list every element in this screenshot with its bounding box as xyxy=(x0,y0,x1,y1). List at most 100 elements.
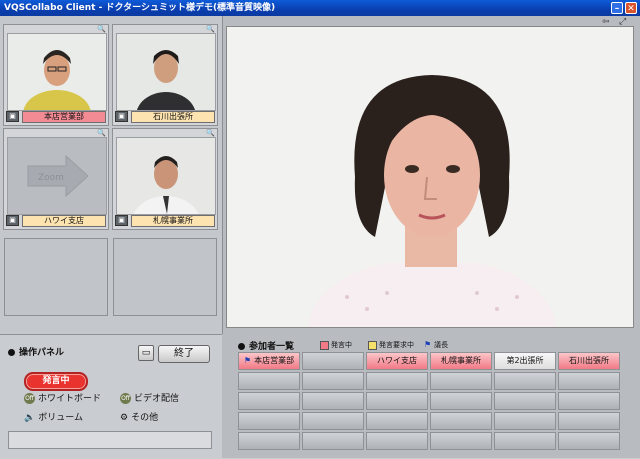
video-frame xyxy=(116,33,216,111)
minimize-icon[interactable]: – xyxy=(611,2,623,14)
participant-cell[interactable] xyxy=(238,432,300,450)
empty-video-slot xyxy=(4,238,108,316)
expand-icon[interactable]: ⤢ xyxy=(619,17,626,27)
participant-cell[interactable] xyxy=(302,372,364,390)
whiteboard-toggle[interactable]: Off ホワイトボード xyxy=(24,393,101,405)
participant-cell[interactable] xyxy=(238,412,300,430)
status-bar xyxy=(8,431,212,449)
camera-icon[interactable]: ▣ xyxy=(6,215,19,226)
participant-cell[interactable] xyxy=(494,392,556,410)
participant-name: ハワイ支店 xyxy=(377,356,417,365)
legend-label: 発言中 xyxy=(331,341,352,349)
participants-panel: 参加者一覧 発言中 発言要求中 ⚑ 議長 ⚑ 本店営業部 ハワイ支店 札幌事業所 第… xyxy=(228,334,632,458)
legend-label: 発言要求中 xyxy=(379,341,414,349)
volume-label: ボリューム xyxy=(38,413,83,423)
participant-cell[interactable]: ⚑ 本店営業部 xyxy=(238,352,300,370)
participant-cell[interactable] xyxy=(238,392,300,410)
participant-name: 札幌事業所 xyxy=(441,356,481,365)
slot-label: 本店営業部 xyxy=(22,111,106,123)
main-video-view xyxy=(226,26,634,328)
participant-cell[interactable] xyxy=(302,352,364,370)
gear-icon: ⚙ xyxy=(120,413,129,423)
participant-cell[interactable] xyxy=(494,412,556,430)
participant-cell[interactable] xyxy=(366,412,428,430)
legend-swatch xyxy=(320,340,329,350)
participant-cell[interactable] xyxy=(302,412,364,430)
participant-cell[interactable] xyxy=(430,392,492,410)
other-label: その他 xyxy=(131,413,159,423)
slot-label: 札幌事業所 xyxy=(131,215,215,227)
camera-icon[interactable]: ▣ xyxy=(6,111,19,122)
zoom-placeholder-text: Zoom xyxy=(38,173,64,183)
zoom-icon[interactable]: 🔍 xyxy=(97,25,106,33)
participant-cell[interactable] xyxy=(430,432,492,450)
participant-cell[interactable] xyxy=(366,372,428,390)
participant-cell[interactable] xyxy=(430,412,492,430)
video-slot-2[interactable]: 🔍 ▣ 石川出張所 xyxy=(112,24,218,126)
participant-name: 本店営業部 xyxy=(254,356,295,365)
participant-cell[interactable]: 札幌事業所 xyxy=(430,352,492,370)
participant-name: 第2出張所 xyxy=(506,356,544,365)
zoom-icon[interactable]: 🔍 xyxy=(206,25,215,33)
bullet-icon xyxy=(238,343,245,350)
window-mode-button[interactable]: ▭ xyxy=(138,345,154,361)
video-frame xyxy=(116,137,216,215)
participant-cell[interactable] xyxy=(430,372,492,390)
other-settings[interactable]: ⚙ その他 xyxy=(120,412,158,424)
off-badge-icon: Off xyxy=(24,393,35,404)
legend-swatch xyxy=(368,340,377,350)
legend-chair: ⚑ 議長 xyxy=(424,340,448,350)
main-video-image xyxy=(227,27,633,327)
window-titlebar: VQSCollabo Client - ドクターシュミット様デモ(標準音質映像)… xyxy=(0,0,640,16)
participant-cell[interactable] xyxy=(558,392,620,410)
speaker-icon: 🔈 xyxy=(24,413,36,423)
participant-cell[interactable] xyxy=(494,432,556,450)
participant-cell[interactable]: ハワイ支店 xyxy=(366,352,428,370)
video-frame-empty: Zoom xyxy=(7,137,107,215)
video-slot-4[interactable]: 🔍 ▣ 札幌事業所 xyxy=(112,128,218,230)
video-frame xyxy=(7,33,107,111)
participants-heading: 参加者一覧 xyxy=(238,339,294,352)
participant-cell[interactable] xyxy=(558,372,620,390)
participant-cell[interactable] xyxy=(558,412,620,430)
speaking-button[interactable]: 発言中 xyxy=(24,372,88,391)
zoom-arrow-icon: Zoom xyxy=(27,154,89,198)
close-icon[interactable]: ✕ xyxy=(625,2,637,14)
end-button[interactable]: 終了 xyxy=(158,345,210,363)
legend-request: 発言要求中 xyxy=(368,340,414,350)
legend-label: 議長 xyxy=(434,341,449,349)
empty-video-slot xyxy=(113,238,217,316)
video-slot-3[interactable]: 🔍 Zoom ▣ ハワイ支店 xyxy=(3,128,109,230)
participant-cell[interactable] xyxy=(558,432,620,450)
operation-panel: 操作パネル ▭ 終了 発言中 Off ホワイトボード Off ビデオ配信 🔈 ボリュー… xyxy=(0,334,222,459)
participant-cell[interactable] xyxy=(302,432,364,450)
window-title: VQSCollabo Client - ドクターシュミット様デモ(標準音質映像) xyxy=(4,3,276,13)
participant-cell[interactable] xyxy=(366,392,428,410)
zoom-icon[interactable]: 🔍 xyxy=(206,129,215,137)
camera-icon[interactable]: ▣ xyxy=(115,215,128,226)
volume-control[interactable]: 🔈 ボリューム xyxy=(24,412,83,424)
zoom-icon[interactable]: 🔍 xyxy=(97,129,106,137)
participant-cell[interactable] xyxy=(494,372,556,390)
participant-cell[interactable] xyxy=(302,392,364,410)
video-slot-1[interactable]: 🔍 ▣ 本店営業部 xyxy=(3,24,109,126)
back-arrow-icon[interactable]: ⇦ xyxy=(602,17,610,27)
participant-name: 石川出張所 xyxy=(569,356,609,365)
flag-icon: ⚑ xyxy=(424,340,432,349)
off-badge-icon: Off xyxy=(120,393,131,404)
camera-icon[interactable]: ▣ xyxy=(115,111,128,122)
whiteboard-label: ホワイトボード xyxy=(38,394,102,404)
participant-cell[interactable] xyxy=(366,432,428,450)
participant-cell[interactable] xyxy=(238,372,300,390)
slot-label: ハワイ支店 xyxy=(22,215,106,227)
participant-cell[interactable]: 第2出張所 xyxy=(494,352,556,370)
operation-panel-heading: 操作パネル xyxy=(8,345,64,358)
slot-label: 石川出張所 xyxy=(131,111,215,123)
legend-speaking: 発言中 xyxy=(320,340,352,350)
video-slots-panel: 🔍 ▣ 本店営業部 🔍 ▣ 石川出張所 🔍 Zoom ▣ ハワイ支店 🔍 ▣ 札… xyxy=(0,16,223,334)
chair-flag-icon: ⚑ xyxy=(243,356,252,365)
participants-grid: ⚑ 本店営業部 ハワイ支店 札幌事業所 第2出張所 石川出張所 xyxy=(238,352,620,452)
participant-cell[interactable]: 石川出張所 xyxy=(558,352,620,370)
video-share-label: ビデオ配信 xyxy=(134,394,180,404)
video-share-toggle[interactable]: Off ビデオ配信 xyxy=(120,393,179,405)
